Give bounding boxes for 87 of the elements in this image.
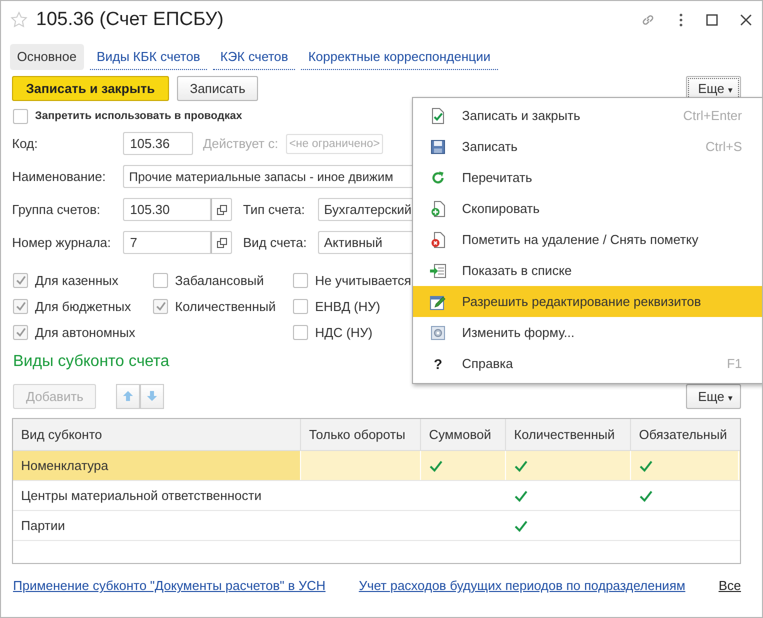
checkbox-label: Для автономных <box>35 324 136 340</box>
group-field[interactable]: 105.30 <box>123 198 211 221</box>
checkbox[interactable] <box>153 298 168 314</box>
form-settings-icon <box>431 326 445 340</box>
table-cell-text: Центры материальной ответственности <box>20 487 262 505</box>
menu-item[interactable]: Записать Ctrl+S <box>413 131 762 162</box>
checkbox[interactable] <box>293 272 308 288</box>
table-row[interactable]: Номенклатура <box>13 451 740 481</box>
open-button[interactable] <box>211 198 232 221</box>
checkbox[interactable] <box>13 108 28 124</box>
save-button[interactable]: Записать <box>176 76 258 100</box>
tab[interactable]: Корректные корреспонденции <box>301 44 498 70</box>
tab[interactable]: КЭК счетов <box>213 44 296 70</box>
field-label: Код: <box>12 136 39 151</box>
table-row[interactable]: Партии <box>13 511 740 541</box>
menu-item[interactable]: Пометить на удаление / Снять пометку <box>413 224 762 255</box>
open-button[interactable] <box>211 231 232 254</box>
field-label: Действует с: <box>203 136 278 151</box>
checkbox-label: Для казенных <box>35 272 118 288</box>
document-check-icon <box>431 108 445 124</box>
edit-icon <box>430 294 446 310</box>
name-field[interactable]: Прочие материальные запасы - иное движим <box>123 165 413 188</box>
move-down-button[interactable] <box>140 384 164 408</box>
save-close-button[interactable]: Записать и закрыть <box>12 76 169 100</box>
checkbox-label: Количественный <box>175 298 276 314</box>
arrow-up-icon <box>122 390 134 402</box>
journal-field[interactable]: 7 <box>123 231 211 254</box>
table-cell: Номенклатура <box>13 451 301 480</box>
shortcut-text: Ctrl+Enter <box>683 108 742 123</box>
close-icon[interactable] <box>740 14 752 26</box>
field-label: Тип счета: <box>243 202 306 217</box>
checkbox-label: Забалансовый <box>175 272 264 288</box>
window-title: 105.36 (Счет ЕПСБУ) <box>36 9 224 31</box>
document-plus-icon <box>431 200 445 216</box>
menu-item[interactable]: Показать в списке <box>413 255 762 286</box>
menu-item[interactable]: Скопировать <box>413 193 762 224</box>
checkbox-label: ЕНВД (НУ) <box>315 298 380 314</box>
document-delete-icon <box>431 232 445 248</box>
checkbox[interactable] <box>293 298 308 314</box>
menu-item[interactable]: Изменить форму... <box>413 317 762 348</box>
link[interactable]: Все <box>718 578 741 593</box>
column-header[interactable]: Только обороты <box>301 419 421 450</box>
shortcut-text: F1 <box>726 356 742 371</box>
column-header[interactable]: Суммовой <box>421 419 506 450</box>
help-icon: ? <box>434 356 442 372</box>
tab[interactable]: Основное <box>10 44 84 70</box>
refresh-icon <box>431 170 445 184</box>
checkbox[interactable] <box>13 272 28 288</box>
column-header[interactable]: Вид субконто <box>13 419 301 450</box>
table-row[interactable]: Центры материальной ответственности <box>13 481 740 511</box>
link[interactable]: Применение субконто "Документы расчетов" в УСН <box>13 578 326 593</box>
tab[interactable]: Виды КБК счетов <box>90 44 208 70</box>
field-label: Вид счета: <box>243 235 308 250</box>
checkbox-label: Для бюджетных <box>35 298 132 314</box>
checkbox-label: НДС (НУ) <box>315 324 372 340</box>
open-icon <box>216 204 226 214</box>
checkbox[interactable] <box>13 298 28 314</box>
menu-item[interactable]: Записать и закрыть Ctrl+Enter <box>413 100 762 131</box>
open-icon <box>216 238 226 248</box>
checkbox-label: Не учитывается <box>315 272 412 288</box>
checkbox-label: Запретить использовать в проводках <box>35 110 242 122</box>
code-field[interactable]: 105.36 <box>123 132 193 155</box>
column-header[interactable]: Обязательный <box>631 419 739 450</box>
link[interactable]: Учет расходов будущих периодов по подразделениям <box>358 578 686 593</box>
checkbox[interactable] <box>293 324 308 340</box>
maximize-icon[interactable] <box>706 14 718 26</box>
menu-item[interactable]: ? Справка F1 <box>413 348 762 379</box>
checkbox[interactable] <box>153 272 168 288</box>
kind-field[interactable]: Активный <box>318 231 413 254</box>
field-label: Наименование: <box>12 169 107 184</box>
shortcut-text: Ctrl+S <box>706 139 742 154</box>
checkbox[interactable] <box>13 324 28 340</box>
more-button[interactable]: Еще ▾ <box>686 384 741 408</box>
move-up-button[interactable] <box>116 384 140 408</box>
star-icon[interactable] <box>10 11 28 29</box>
menu-item[interactable]: Разрешить редактирование реквизитов <box>413 286 762 317</box>
field-label: Номер журнала: <box>12 235 112 250</box>
menu-item[interactable]: Перечитать <box>413 162 762 193</box>
field-label: Группа счетов: <box>12 202 102 217</box>
more-icon[interactable] <box>678 13 684 27</box>
list-arrow-icon <box>430 264 446 278</box>
table-cell-text: Партии <box>20 517 66 535</box>
column-header[interactable]: Количественный <box>506 419 631 450</box>
save-icon <box>431 140 445 154</box>
section-title: Виды субконто счета <box>13 353 170 370</box>
type-field[interactable]: Бухгалтерский <box>318 198 413 221</box>
arrow-down-icon <box>146 390 158 402</box>
